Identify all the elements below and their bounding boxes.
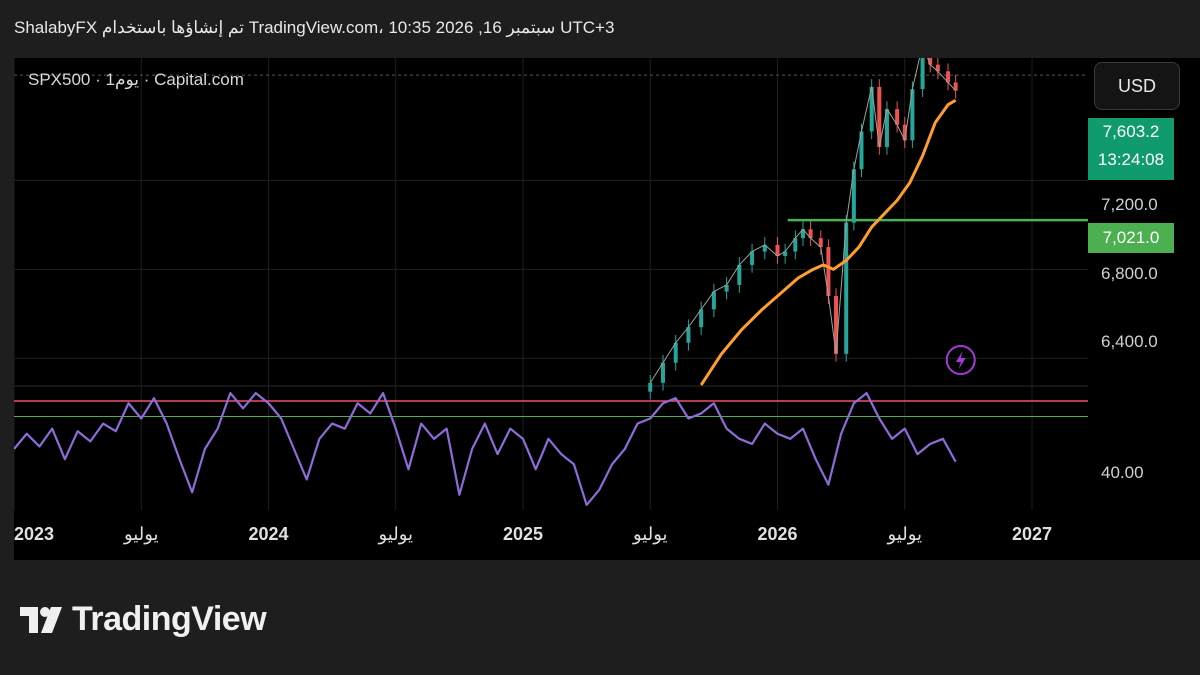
price-axis[interactable]: USD 7,603.2 13:24:08 7,200.0 6,800.0 6,4… <box>1088 58 1200 560</box>
candle-body <box>648 382 653 392</box>
tradingview-logo-icon <box>20 606 62 633</box>
tradingview-logo: TradingView <box>18 600 267 639</box>
countdown-timer: 13:24:08 <box>1097 150 1165 169</box>
rsi-tick: 40.00 <box>1101 463 1144 482</box>
currency-button[interactable]: USD <box>1094 62 1180 110</box>
last-price-value: 7,603.2 <box>1102 122 1160 141</box>
time-tick: 2026 <box>757 524 798 544</box>
tradingview-logo-text: TradingView <box>72 600 267 638</box>
time-tick: 2025 <box>502 524 544 544</box>
time-tick: 2024 <box>248 524 289 544</box>
price-tick: 6,800.0 <box>1101 264 1158 283</box>
header-caption: ShalabyFX تم إنشاؤها باستخدام TradingVie… <box>14 18 615 37</box>
rsi-line <box>14 391 957 507</box>
level-badge: 7,021.0 <box>1088 223 1174 253</box>
last-price-badge: 7,603.2 13:24:08 <box>1088 118 1174 180</box>
candle-body <box>920 58 925 90</box>
time-tick: 2027 <box>1011 524 1053 544</box>
time-tick: يوليو <box>887 524 923 544</box>
time-tick: يوليو <box>378 524 414 544</box>
price-tick: 7,200.0 <box>1101 195 1158 214</box>
chart-area[interactable]: SPX500 · يوم1 · Capital.com 2023 يوليو 202… <box>14 58 1088 560</box>
price-tick: 6,400.0 <box>1101 332 1158 351</box>
time-tick: 2023 <box>13 524 55 544</box>
time-tick: يوليو <box>123 524 159 544</box>
alert-lightning-icon[interactable] <box>945 345 976 375</box>
symbol-label[interactable]: SPX500 · يوم1 · Capital.com <box>28 70 244 90</box>
time-tick: يوليو <box>632 524 668 544</box>
chart-canvas[interactable] <box>14 58 1088 560</box>
